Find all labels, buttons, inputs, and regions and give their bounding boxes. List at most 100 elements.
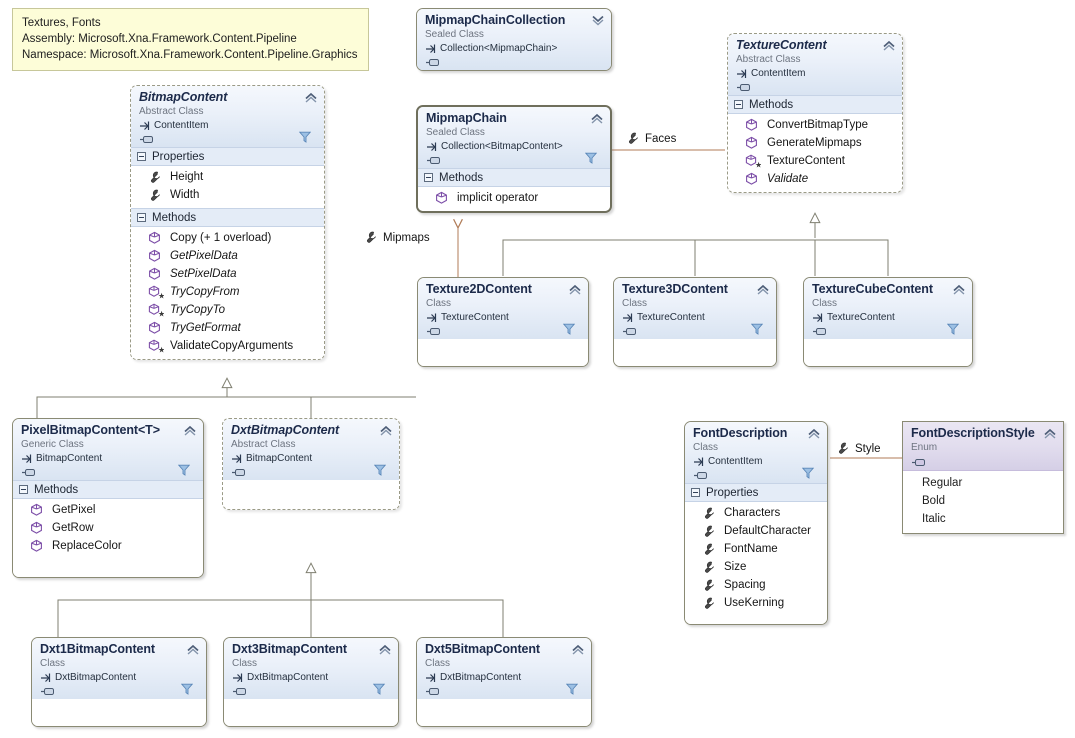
chevron-up-icon[interactable] bbox=[756, 282, 770, 295]
interface-lollipop-row bbox=[231, 464, 392, 478]
member-group-header-properties[interactable]: Properties bbox=[131, 147, 324, 166]
filter-funnel-icon[interactable] bbox=[181, 683, 193, 695]
collapse-box-icon[interactable] bbox=[137, 213, 146, 222]
member-row[interactable]: GetRow bbox=[13, 519, 203, 537]
association-label-faces[interactable]: Faces bbox=[626, 132, 676, 145]
chevron-up-icon[interactable] bbox=[1043, 426, 1057, 439]
class-shape-bitmapcontent[interactable]: BitmapContent Abstract Class ContentItem bbox=[130, 85, 325, 360]
class-shape-mipmapchain[interactable]: MipmapChain Sealed Class Collection<Bitm… bbox=[416, 105, 612, 213]
enum-literal[interactable]: Bold bbox=[903, 492, 1063, 510]
chevron-up-icon[interactable] bbox=[304, 90, 318, 103]
member-row[interactable]: SetPixelData bbox=[131, 265, 324, 283]
shape-header: MipmapChain Sealed Class Collection<Bitm… bbox=[418, 107, 610, 168]
filter-funnel-icon[interactable] bbox=[802, 467, 814, 479]
chevron-up-icon[interactable] bbox=[379, 423, 393, 436]
member-row[interactable]: Height bbox=[131, 168, 324, 186]
member-row[interactable]: Size bbox=[685, 558, 827, 576]
member-row[interactable]: Copy (+ 1 overload) bbox=[131, 229, 324, 247]
shape-header: FontDescription Class ContentItem bbox=[685, 422, 827, 483]
class-shape-texture2dcontent[interactable]: Texture2DContent Class TextureContent bbox=[417, 277, 589, 367]
class-shape-texture3dcontent[interactable]: Texture3DContent Class TextureContent bbox=[613, 277, 777, 367]
member-group-header-methods[interactable]: Methods bbox=[131, 208, 324, 227]
member-row[interactable]: ReplaceColor bbox=[13, 537, 203, 555]
chevron-up-icon[interactable] bbox=[378, 642, 392, 655]
member-label: Spacing bbox=[724, 579, 766, 591]
class-shape-dxt3bitmapcontent[interactable]: Dxt3BitmapContent Class DxtBitmapContent bbox=[223, 637, 399, 727]
member-row[interactable]: Characters bbox=[685, 504, 827, 522]
member-row[interactable]: GetPixelData bbox=[131, 247, 324, 265]
shape-header: Texture3DContent Class TextureContent bbox=[614, 278, 776, 339]
empty-members-area bbox=[32, 699, 206, 726]
collapse-box-icon[interactable] bbox=[691, 488, 700, 497]
interface-lollipop-row bbox=[812, 323, 965, 337]
member-group-header[interactable]: Methods bbox=[728, 95, 902, 114]
filter-funnel-icon[interactable] bbox=[585, 152, 597, 164]
chevron-up-icon[interactable] bbox=[807, 426, 821, 439]
collapse-box-icon[interactable] bbox=[137, 152, 146, 161]
chevron-up-icon[interactable] bbox=[186, 642, 200, 655]
filter-funnel-icon[interactable] bbox=[178, 464, 190, 476]
filter-funnel-icon[interactable] bbox=[947, 323, 959, 335]
enum-shape-fontdescriptionstyle[interactable]: FontDescriptionStyle Enum Regular Bold I… bbox=[902, 421, 1064, 534]
member-row[interactable]: ConvertBitmapType bbox=[728, 116, 902, 134]
filter-funnel-icon[interactable] bbox=[374, 464, 386, 476]
filter-funnel-icon[interactable] bbox=[751, 323, 763, 335]
member-group-header[interactable]: Methods bbox=[13, 480, 203, 499]
empty-members-area bbox=[804, 339, 972, 366]
class-shape-dxt5bitmapcontent[interactable]: Dxt5BitmapContent Class DxtBitmapContent bbox=[416, 637, 592, 727]
lollipop-icon bbox=[22, 468, 35, 476]
member-row[interactable]: Spacing bbox=[685, 576, 827, 594]
collapse-box-icon[interactable] bbox=[734, 100, 743, 109]
class-title: Dxt3BitmapContent bbox=[232, 642, 347, 656]
class-stereotype: Abstract Class bbox=[139, 106, 204, 117]
chevron-down-icon[interactable] bbox=[591, 13, 605, 26]
method-icon bbox=[30, 503, 50, 517]
member-row[interactable]: implicit operator bbox=[418, 189, 610, 207]
chevron-up-icon[interactable] bbox=[952, 282, 966, 295]
class-title: Dxt5BitmapContent bbox=[425, 642, 540, 656]
association-label-mipmaps[interactable]: Mipmaps bbox=[364, 231, 430, 244]
collapse-box-icon[interactable] bbox=[424, 173, 433, 182]
member-row[interactable]: GetPixel bbox=[13, 501, 203, 519]
filter-funnel-icon[interactable] bbox=[299, 131, 311, 143]
filter-funnel-icon[interactable] bbox=[563, 323, 575, 335]
class-shape-fontdescription[interactable]: FontDescription Class ContentItem Proper… bbox=[684, 421, 828, 625]
member-row[interactable]: ★ TryCopyTo bbox=[131, 301, 324, 319]
member-row[interactable]: DefaultCharacter bbox=[685, 522, 827, 540]
member-row[interactable]: UseKerning bbox=[685, 594, 827, 612]
class-shape-dxtbitmapcontent[interactable]: DxtBitmapContent Abstract Class BitmapCo… bbox=[222, 418, 400, 510]
class-shape-mipmapchaincollection[interactable]: MipmapChainCollection Sealed Class Colle… bbox=[416, 8, 612, 71]
base-arrow-icon bbox=[140, 121, 150, 130]
member-row[interactable]: TryGetFormat bbox=[131, 319, 324, 337]
member-row[interactable]: GenerateMipmaps bbox=[728, 134, 902, 152]
filter-funnel-icon[interactable] bbox=[566, 683, 578, 695]
member-row[interactable]: Validate bbox=[728, 170, 902, 188]
class-shape-texturecontent[interactable]: TextureContent Abstract Class ContentIte… bbox=[727, 33, 903, 193]
member-label: GenerateMipmaps bbox=[767, 137, 862, 149]
enum-literal[interactable]: Regular bbox=[903, 474, 1063, 492]
chevron-up-icon[interactable] bbox=[882, 38, 896, 51]
class-shape-texturecubecontent[interactable]: TextureCubeContent Class TextureContent bbox=[803, 277, 973, 367]
class-title: DxtBitmapContent bbox=[231, 423, 340, 437]
member-group-header[interactable]: Properties bbox=[685, 483, 827, 502]
chevron-up-icon[interactable] bbox=[183, 423, 197, 436]
class-shape-pixelbitmapcontent[interactable]: PixelBitmapContent<T> Generic Class Bitm… bbox=[12, 418, 204, 578]
class-shape-dxt1bitmapcontent[interactable]: Dxt1BitmapContent Class DxtBitmapContent bbox=[31, 637, 207, 727]
member-label: GetPixel bbox=[52, 504, 96, 516]
chevron-up-icon[interactable] bbox=[568, 282, 582, 295]
member-label: Characters bbox=[724, 507, 781, 519]
collapse-box-icon[interactable] bbox=[19, 485, 28, 494]
class-diagram-canvas[interactable]: Textures, Fonts Assembly: Microsoft.Xna.… bbox=[0, 0, 1075, 738]
chevron-up-icon[interactable] bbox=[571, 642, 585, 655]
chevron-up-icon[interactable] bbox=[590, 111, 604, 124]
member-row[interactable]: ★ TextureContent bbox=[728, 152, 902, 170]
filter-funnel-icon[interactable] bbox=[373, 683, 385, 695]
base-class-row: DxtBitmapContent bbox=[40, 671, 199, 684]
enum-literal[interactable]: Italic bbox=[903, 510, 1063, 528]
association-label-style[interactable]: Style bbox=[836, 442, 881, 455]
member-row[interactable]: Width bbox=[131, 186, 324, 204]
member-row[interactable]: ★ ValidateCopyArguments bbox=[131, 337, 324, 355]
member-group-header[interactable]: Methods bbox=[418, 168, 610, 187]
member-row[interactable]: FontName bbox=[685, 540, 827, 558]
member-row[interactable]: ★ TryCopyFrom bbox=[131, 283, 324, 301]
